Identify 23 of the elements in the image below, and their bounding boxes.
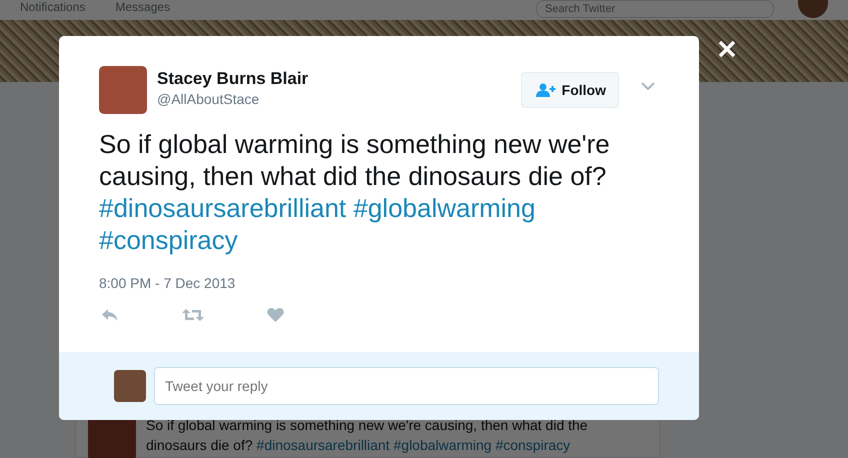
close-icon[interactable] (716, 38, 738, 60)
hashtag-link[interactable]: #dinosaursarebrilliant (256, 437, 390, 453)
nav-link[interactable]: Notifications (20, 0, 86, 14)
hashtag-link[interactable]: #globalwarming (353, 193, 536, 223)
hashtag-link[interactable]: #conspiracy (99, 225, 238, 255)
reply-field[interactable]: Tweet your reply (154, 367, 659, 405)
nav-link[interactable]: Messages (115, 0, 170, 14)
timestamp[interactable]: 8:00 PM - 7 Dec 2013 (99, 275, 659, 291)
tweet-text: So if global warming is something new we're causing, then what did the dinosaurs die of? #dinosaursarebrilliant #globalwarming #conspiracy (99, 128, 611, 256)
retweet-icon[interactable] (182, 308, 204, 322)
author-name[interactable]: Stacey Burns Blair (157, 69, 521, 89)
hashtag-link[interactable]: #globalwarming (394, 437, 492, 453)
avatar (114, 370, 146, 402)
search-field[interactable]: Search Twitter (536, 0, 774, 18)
author-handle[interactable]: @AllAboutStace (157, 89, 521, 109)
follow-button[interactable]: Follow (520, 72, 619, 108)
heart-icon[interactable] (267, 307, 284, 322)
add-user-icon (536, 83, 556, 97)
chevron-down-icon[interactable] (641, 82, 655, 91)
hashtag-link[interactable]: #dinosaursarebrilliant (99, 193, 346, 223)
avatar[interactable] (798, 0, 828, 18)
reply-icon[interactable] (101, 308, 119, 322)
hashtag-link[interactable]: #conspiracy (495, 437, 570, 453)
